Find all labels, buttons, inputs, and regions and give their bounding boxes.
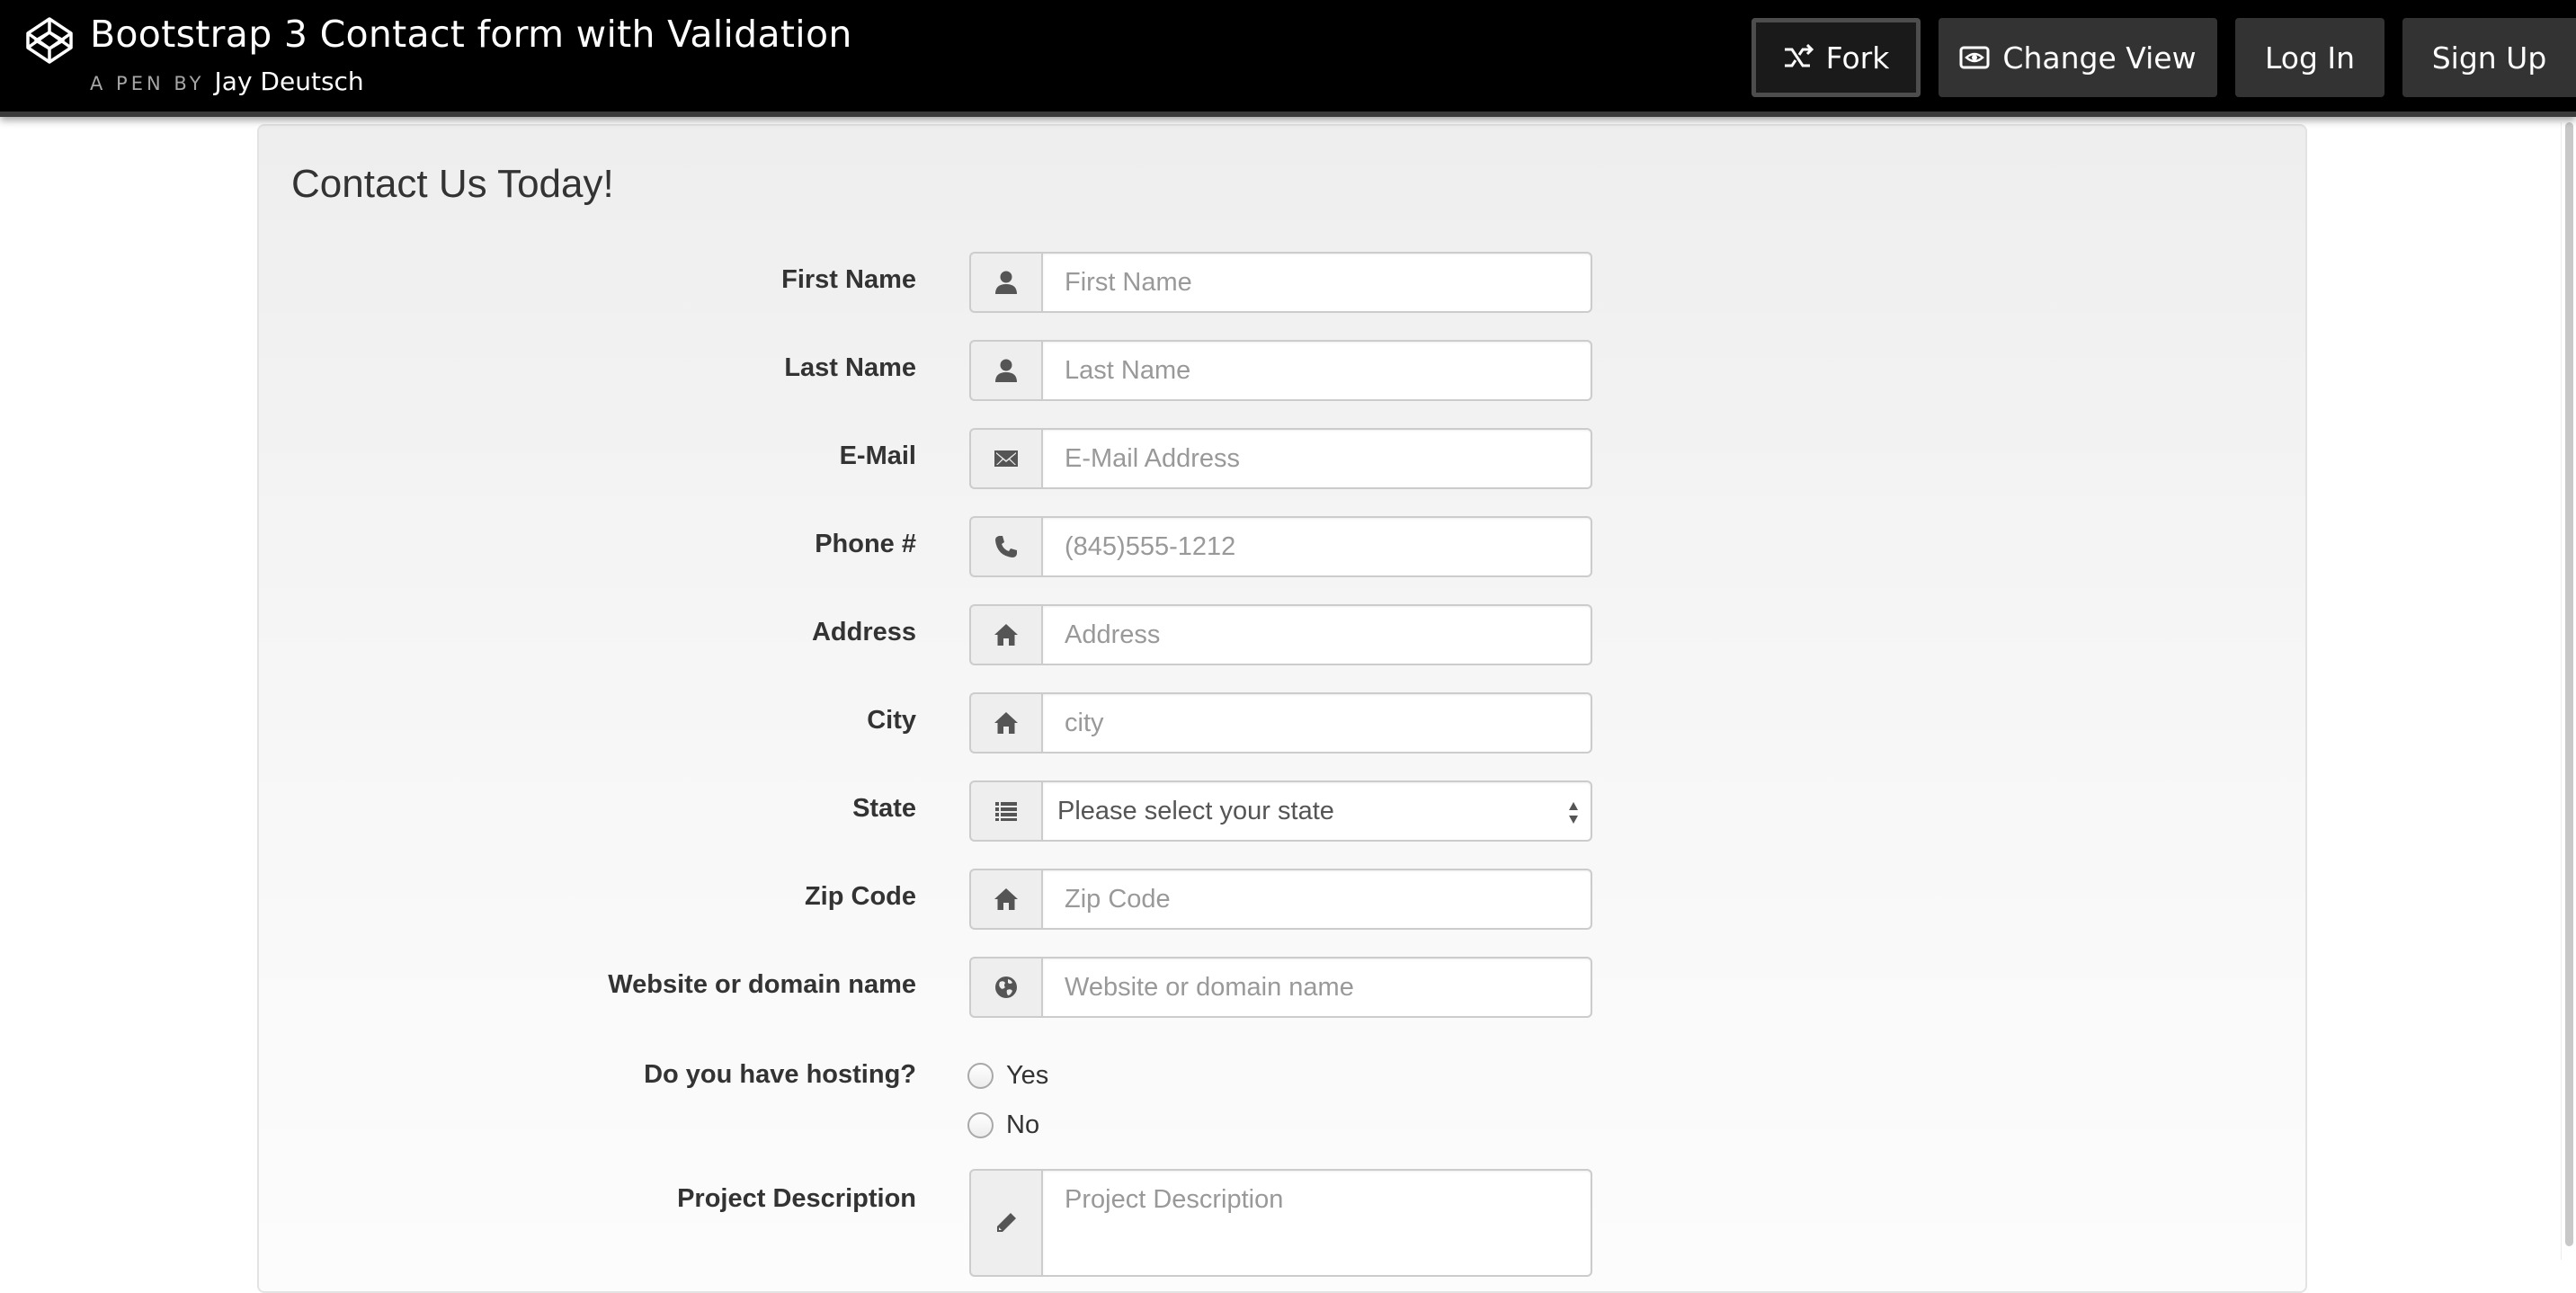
fork-label: Fork [1825,40,1890,76]
first-name-group [969,252,1592,313]
phone-icon [995,536,1017,557]
email-input[interactable] [1041,428,1592,489]
description-label: Project Description [677,1184,916,1213]
description-textarea[interactable] [1041,1169,1592,1277]
hosting-label: Do you have hosting? [644,1060,916,1089]
sign-up-button[interactable]: Sign Up [2402,18,2576,97]
zip-group [969,869,1592,930]
email-group [969,428,1592,489]
globe-icon [995,976,1017,998]
home-icon [994,624,1018,646]
home-icon [994,712,1018,734]
list-icon [995,802,1017,821]
last-name-addon [969,340,1041,401]
city-label: City [867,706,916,735]
radio-label-yes: Yes [1006,1061,1049,1090]
first-name-label: First Name [781,265,916,294]
last-name-group [969,340,1592,401]
website-group [969,957,1592,1018]
pen-title: Bootstrap 3 Contact form with Validation [90,13,852,56]
phone-input[interactable] [1041,516,1592,577]
fork-button[interactable]: Fork [1752,18,1921,97]
codepen-header: Bootstrap 3 Contact form with Validation… [0,0,2576,117]
first-name-addon [969,252,1041,313]
radio-button-no[interactable] [967,1112,994,1138]
state-group: Please select your state [969,780,1592,842]
address-input[interactable] [1041,604,1592,665]
last-name-label: Last Name [784,353,916,382]
byline-prefix: A PEN BY [90,73,205,94]
pencil-icon [997,1213,1016,1232]
home-icon [994,888,1018,910]
city-group [969,692,1592,754]
fork-icon [1784,44,1814,67]
log-in-button[interactable]: Log In [2235,18,2384,97]
select-arrows-icon [1569,802,1578,824]
address-label: Address [811,618,916,646]
description-addon [969,1169,1041,1277]
change-view-button[interactable]: Change View [1939,18,2217,97]
zip-input[interactable] [1041,869,1592,930]
codepen-logo-icon[interactable] [25,16,74,65]
email-addon [969,428,1041,489]
envelope-icon [994,450,1018,467]
log-in-label: Log In [2264,40,2356,76]
user-icon [995,271,1017,294]
state-select[interactable]: Please select your state [1041,780,1592,842]
eye-icon [1959,46,1990,69]
city-input[interactable] [1041,692,1592,754]
email-label: E-Mail [839,441,916,470]
sign-up-label: Sign Up [2431,40,2547,76]
description-group [969,1169,1592,1277]
user-icon [995,359,1017,382]
phone-group [969,516,1592,577]
radio-label-no: No [1006,1110,1040,1139]
zip-label: Zip Code [804,882,916,911]
author-link[interactable]: Jay Deutsch [215,67,364,96]
state-select-value: Please select your state [1057,796,1334,825]
city-addon [969,692,1041,754]
last-name-input[interactable] [1041,340,1592,401]
address-addon [969,604,1041,665]
website-label: Website or domain name [608,970,916,999]
hosting-radio-yes[interactable]: Yes [967,1061,1048,1091]
phone-addon [969,516,1041,577]
page-scrollbar[interactable] [2561,122,2576,1260]
hosting-radio-no[interactable]: No [967,1110,1039,1140]
website-input[interactable] [1041,957,1592,1018]
phone-label: Phone # [815,530,916,558]
radio-button-yes[interactable] [967,1063,994,1089]
zip-addon [969,869,1041,930]
address-group [969,604,1592,665]
form-legend: Contact Us Today! [291,162,614,206]
website-addon [969,957,1041,1018]
first-name-input[interactable] [1041,252,1592,313]
state-addon [969,780,1041,842]
change-view-label: Change View [2002,40,2197,76]
state-label: State [852,794,916,823]
pen-byline: A PEN BY Jay Deutsch [90,67,364,96]
scrollbar-thumb[interactable] [2565,122,2573,1246]
